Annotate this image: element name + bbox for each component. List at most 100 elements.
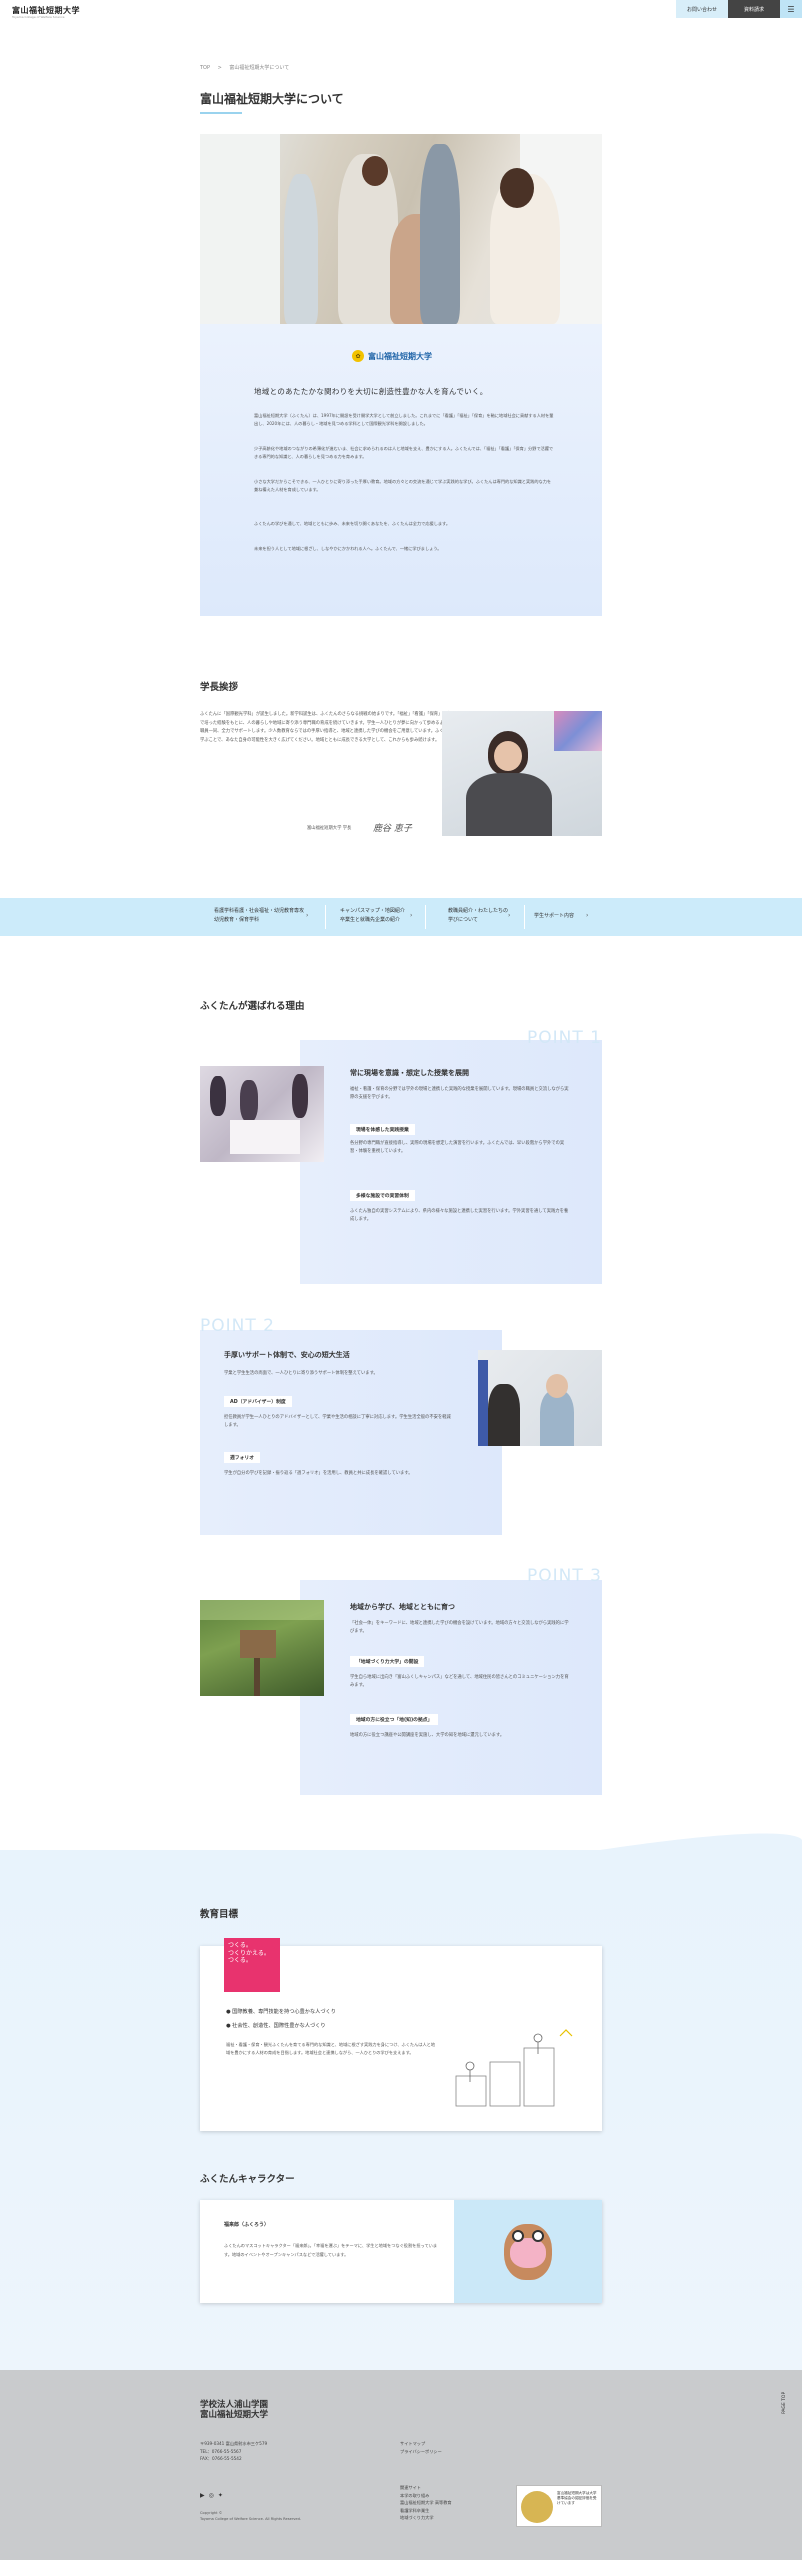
president-message: ふくたんに「国際観光学科」が誕生しました。新学科誕生は、ふくたんのさらなる挑戦の… xyxy=(200,712,460,743)
point-3-body: 「社会一体」をキーワードに、地域と連携した学びの機会を設けています。地域の方々と… xyxy=(350,1621,569,1634)
goals-heading: 教育目標 xyxy=(200,1909,239,1920)
goals-bullet-1: ● 国際教養、専門技能を持つ心豊かな人づくり xyxy=(226,2009,336,2015)
point-1-text-1: 各分野の専門職が直接指導し、実際の現場を想定した演習を行います。ふくたんでは、早… xyxy=(350,1141,565,1154)
chevron-right-icon: › xyxy=(586,912,589,919)
menu-icon[interactable]: ☰ xyxy=(780,0,802,18)
request-button[interactable]: 資料請求 xyxy=(728,0,780,18)
character-heading: ふくたんキャラクター xyxy=(200,2174,295,2185)
point-1-photo xyxy=(200,1066,324,1162)
accreditation-badge[interactable]: 富山福祉短期大学は大学基準協会の認証評価を受けています xyxy=(516,2485,602,2527)
footer-link-community[interactable]: 地域づくり力大学 xyxy=(400,2514,452,2522)
point-2-text-2: 学生が自分の学びを記録・振り返る「週フォリオ」を活用し、教員と共に成長を確認して… xyxy=(224,1471,413,1476)
footer-copyright: Copyright © Toyama College of Welfare Sc… xyxy=(200,2510,301,2522)
point-2-text-1: 担任教員が学生一人ひとりのアドバイザーとして、学業や生活の相談に丁寧に対応します… xyxy=(224,1415,451,1428)
footer-org-name-1: 学校法人浦山学園 xyxy=(200,2400,269,2410)
footer-link-initiatives[interactable]: 本学の取り組み xyxy=(400,2492,452,2500)
intro-paragraph-3: 小さな大学だからこそできる、一人ひとりに寄り添った手厚い教育。地域の方々との交流… xyxy=(254,479,552,493)
college-seal-icon: ✿ xyxy=(352,350,364,362)
chevron-right-icon: › xyxy=(306,912,309,919)
footer-link-sitemap[interactable]: サイトマップ xyxy=(400,2440,442,2448)
chevron-right-icon: › xyxy=(508,912,511,919)
intro-logo-text: 富山福祉短期大学 xyxy=(368,352,432,361)
footer-org-name: 学校法人浦山学園 富山福祉短期大学 xyxy=(200,2400,268,2420)
president-signature: 鹿谷 恵子 xyxy=(373,824,412,834)
footer-links-2: 関連サイト 本学の取り組み 富山福祉短期大学 高等教育 看護学科卒業生 地域づく… xyxy=(400,2484,452,2522)
subnav-item-1-line1: 看護学科看護・社会福祉・幼児教育専攻 xyxy=(214,908,305,914)
point-2-tag-2: 週フォリオ xyxy=(224,1452,260,1463)
footer-link-higher-ed[interactable]: 富山福祉短期大学 高等教育 xyxy=(400,2499,452,2507)
breadcrumb-separator: > xyxy=(217,65,222,71)
point-2-number: POINT 2 xyxy=(200,1316,275,1336)
point-3-tag-1: 「地域づくり力大学」の開設 xyxy=(350,1656,425,1667)
title-underline xyxy=(200,112,242,114)
president-heading: 学長挨拶 xyxy=(200,682,239,693)
accreditation-seal-icon xyxy=(521,2491,553,2523)
twitter-icon[interactable]: ✦ xyxy=(218,2492,223,2499)
subnav-divider xyxy=(325,905,326,929)
subnav-item-4[interactable]: 学生サポート内容 xyxy=(534,912,574,921)
subnav-item-3-line1: 教職員紹介・わたしたちの xyxy=(448,908,509,914)
character-image xyxy=(454,2200,602,2303)
footer-link-related[interactable]: 関連サイト xyxy=(400,2484,452,2492)
subnav-divider xyxy=(425,905,426,929)
intro-panel xyxy=(200,324,602,616)
footer-link-privacy[interactable]: プライバシーポリシー xyxy=(400,2448,442,2456)
subnav-item-3[interactable]: 教職員紹介・わたしたちの 学びについて xyxy=(448,907,508,925)
breadcrumb: TOP > 富山福祉短期大学について xyxy=(200,64,289,71)
point-1-tag-1: 現場を体感した実践授業 xyxy=(350,1124,415,1135)
goals-illustration xyxy=(455,2029,573,2107)
page-title: 富山福祉短期大学について xyxy=(200,92,344,106)
instagram-icon[interactable]: ◎ xyxy=(209,2492,214,2499)
point-1-body: 福祉・看護・保育の分野では学外の現場と連携した実践的な授業を展開しています。現場… xyxy=(350,1087,569,1100)
subnav-item-1-line2: 幼児教育・保育学科 xyxy=(214,917,260,923)
point-2-photo xyxy=(478,1350,602,1446)
intro-catch: 地域とのあたたかな関わりを大切に創造性豊かな人を育んでいく。 xyxy=(254,387,488,396)
footer-address-line: 〒939-0341 富山県射水市三ケ579 xyxy=(200,2441,268,2446)
character-text: ふくたんのマスコットキャラクター「福来郎」。「幸福を運ぶ」をテーマに、学生と地域… xyxy=(224,2243,438,2257)
contact-button[interactable]: お問い合わせ xyxy=(676,0,728,18)
point-2-panel xyxy=(200,1330,502,1535)
intro-paragraph-2: 少子高齢化や地域のつながりの希薄化が進むいま、社会に求められるのは人と地域を支え… xyxy=(254,446,554,460)
goals-badge-text: つくる。 つくりかえる。 つくる。 xyxy=(228,1942,270,1964)
youtube-icon[interactable]: ▶ xyxy=(200,2492,205,2499)
point-2-title: 手厚いサポート体制で、安心の短大生活 xyxy=(224,1351,350,1359)
point-1-number: POINT 1 xyxy=(527,1028,602,1048)
point-2-tag-1: AD（アドバイザー）制度 xyxy=(224,1396,292,1407)
goals-paragraph: 福祉・看護・保育・観光ふくたんを育てる専門的な知識と、地域に根ざす実践力を身につ… xyxy=(226,2042,436,2055)
breadcrumb-current: 富山福祉短期大学について xyxy=(229,65,290,71)
point-3-text-2: 地域の方に役立つ講座や公開講座を実施し、大学の知を地域に還元しています。 xyxy=(350,1733,505,1738)
subnav-item-2-line2: 卒業生と就職先企業の紹介 xyxy=(340,917,401,923)
president-title: 富山福祉短期大学 学長 xyxy=(307,826,352,831)
footer-address: 〒939-0341 富山県射水市三ケ579 TEL：0766-55-5567 F… xyxy=(200,2440,267,2463)
footer-org-name-2: 富山福祉短期大学 xyxy=(200,2410,269,2420)
intro-paragraph-4: ふくたんの学びを通して、地域とともに歩み、未来を切り開くあなたを、ふくたんは全力… xyxy=(254,521,451,526)
goals-badge: つくる。 つくりかえる。 つくる。 xyxy=(224,1938,280,1992)
point-3-text-1: 学生自ら地域に出向き「富山ふくしキャンパス」などを通して、地域住民の皆さんとのコ… xyxy=(350,1675,569,1688)
footer-link-alumni[interactable]: 看護学科卒業生 xyxy=(400,2507,452,2515)
why-heading: ふくたんが選ばれる理由 xyxy=(200,1001,305,1012)
accreditation-text: 富山福祉短期大学は大学基準協会の認証評価を受けています xyxy=(557,2491,597,2505)
subnav-item-2-line1: キャンパスマップ・地図紹介 xyxy=(340,908,405,914)
point-1-title: 常に現場を意識・想定した授業を展開 xyxy=(350,1069,469,1077)
point-3-photo xyxy=(200,1600,324,1696)
footer-copyright-2: Toyama College of Welfare Science. All R… xyxy=(200,2517,302,2521)
intro-paragraph-1: 富山福祉短期大学（ふくたん）は、1997年に開設を受け開学大学として創立しました… xyxy=(254,413,554,427)
footer-links-1: サイトマップ プライバシーポリシー xyxy=(400,2440,442,2455)
site-footer xyxy=(0,2370,802,2560)
subnav-item-1[interactable]: 看護学科看護・社会福祉・幼児教育専攻 幼児教育・保育学科 xyxy=(214,907,304,925)
goals-bullet-2: ● 社会性、創造性、国際性豊かな人づくり xyxy=(226,2023,326,2029)
subnav-divider xyxy=(524,905,525,929)
point-1-text-2: ふくたん独自の実習システムにより、県内の様々な施設と連携した実習を行います。学外… xyxy=(350,1209,569,1222)
character-name: 福来郎（ふくろう） xyxy=(224,2222,270,2228)
point-3-title: 地域から学び、地域とともに育つ xyxy=(350,1603,455,1611)
point-3-number: POINT 3 xyxy=(527,1566,602,1586)
hero-photo xyxy=(200,134,602,324)
footer-fax: FAX：0766-55-5542 xyxy=(200,2456,242,2461)
point-2-body: 学業と学生生活の両面で、一人ひとりに寄り添うサポート体制を整えています。 xyxy=(224,1371,378,1376)
subnav-item-2[interactable]: キャンパスマップ・地図紹介 卒業生と就職先企業の紹介 xyxy=(340,907,405,925)
page-top-link[interactable]: PAGE TOP xyxy=(782,2370,787,2414)
point-3-tag-2: 地域の方に役立つ「地(知)の拠点」 xyxy=(350,1714,439,1725)
point-1-tag-2: 多様な施設での実習体制 xyxy=(350,1190,415,1201)
breadcrumb-home[interactable]: TOP xyxy=(200,65,210,71)
subnav-item-3-line2: 学びについて xyxy=(448,917,478,923)
